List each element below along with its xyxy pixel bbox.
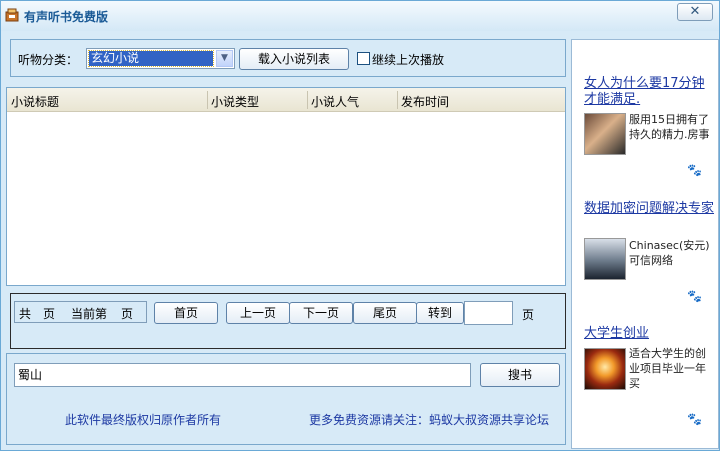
list-header: 小说标题 小说类型 小说人气 发布时间 [7, 88, 565, 112]
category-selected-value: 玄幻小说 [88, 50, 214, 67]
category-label: 听物分类： [18, 53, 79, 67]
ad-item[interactable]: 数据加密问题解决专家 Chinasec(安元)可信网络 🐾 [584, 201, 714, 303]
app-icon [5, 8, 19, 22]
goto-page-input[interactable] [464, 301, 513, 325]
page-total-suffix: 页 [43, 307, 56, 321]
next-page-button[interactable]: 下一页 [289, 302, 353, 324]
ad-description[interactable]: 服用15日拥有了持久的精力.房事 [629, 112, 715, 142]
copyright-link[interactable]: 此软件最终版权归原作者所有 [65, 411, 221, 428]
page-unit-label: 页 [522, 308, 535, 322]
page-info: 共 页 当前第 页 [14, 301, 147, 323]
current-page-suffix: 页 [121, 307, 134, 321]
title-bar: 有声听书免费版 ✕ [1, 1, 719, 31]
paw-icon: 🐾 [687, 163, 702, 177]
prev-page-button[interactable]: 上一页 [226, 302, 290, 324]
search-panel: 蜀山 搜书 此软件最终版权归原作者所有 更多免费资源请关注：蚂蚁大叔资源共享论坛 [6, 353, 566, 445]
close-button[interactable]: ✕ [677, 3, 713, 21]
paw-icon: 🐾 [687, 289, 702, 303]
pager-panel: 共 页 当前第 页 首页 上一页 下一页 尾页 转到 页 [10, 293, 566, 349]
column-divider[interactable] [397, 91, 398, 109]
category-select[interactable]: 玄幻小说 ▼ [86, 48, 235, 69]
column-header-popularity[interactable]: 小说人气 [311, 93, 359, 110]
last-page-button[interactable]: 尾页 [353, 302, 417, 324]
novel-list[interactable]: 小说标题 小说类型 小说人气 发布时间 [6, 87, 566, 286]
ad-title[interactable]: 大学生创业 [584, 326, 714, 342]
paw-icon: 🐾 [687, 412, 702, 426]
ad-description[interactable]: 适合大学生的创业项目毕业一年买 [629, 346, 715, 391]
app-window: 有声听书免费版 ✕ 听物分类： 玄幻小说 ▼ 载入小说列表 继续上次播放 小说标… [0, 0, 720, 451]
ad-thumbnail[interactable] [584, 113, 626, 155]
continue-playback-label[interactable]: 继续上次播放 [372, 51, 444, 68]
search-input[interactable]: 蜀山 [14, 363, 471, 387]
ad-thumbnail[interactable] [584, 348, 626, 390]
ad-title[interactable]: 数据加密问题解决专家 [584, 201, 714, 217]
ad-description[interactable]: Chinasec(安元)可信网络 [629, 238, 715, 268]
load-novel-list-button[interactable]: 载入小说列表 [239, 48, 349, 70]
first-page-button[interactable]: 首页 [154, 302, 218, 324]
ad-item[interactable]: 大学生创业 适合大学生的创业项目毕业一年买 🐾 [584, 326, 714, 426]
goto-page-button[interactable]: 转到 [416, 302, 464, 324]
search-book-button[interactable]: 搜书 [480, 363, 560, 387]
category-panel: 听物分类： 玄幻小说 ▼ 载入小说列表 继续上次播放 [10, 39, 566, 77]
column-header-date[interactable]: 发布时间 [401, 93, 449, 110]
ad-sidebar: 女人为什么要17分钟才能满足. 服用15日拥有了持久的精力.房事 🐾 数据加密问… [571, 39, 719, 449]
forum-link[interactable]: 更多免费资源请关注：蚂蚁大叔资源共享论坛 [309, 411, 549, 428]
column-divider[interactable] [207, 91, 208, 109]
column-divider[interactable] [307, 91, 308, 109]
ad-item[interactable]: 女人为什么要17分钟才能满足. 服用15日拥有了持久的精力.房事 🐾 [584, 76, 714, 177]
ad-thumbnail[interactable] [584, 238, 626, 280]
window-title: 有声听书免费版 [24, 10, 109, 24]
column-header-title[interactable]: 小说标题 [11, 93, 59, 110]
ad-title[interactable]: 女人为什么要17分钟才能满足. [584, 76, 714, 108]
continue-playback-checkbox[interactable] [357, 52, 370, 65]
column-header-type[interactable]: 小说类型 [211, 93, 259, 110]
chevron-down-icon[interactable]: ▼ [216, 50, 233, 67]
page-total-prefix: 共 [19, 307, 32, 321]
current-page-prefix: 当前第 [71, 307, 108, 321]
